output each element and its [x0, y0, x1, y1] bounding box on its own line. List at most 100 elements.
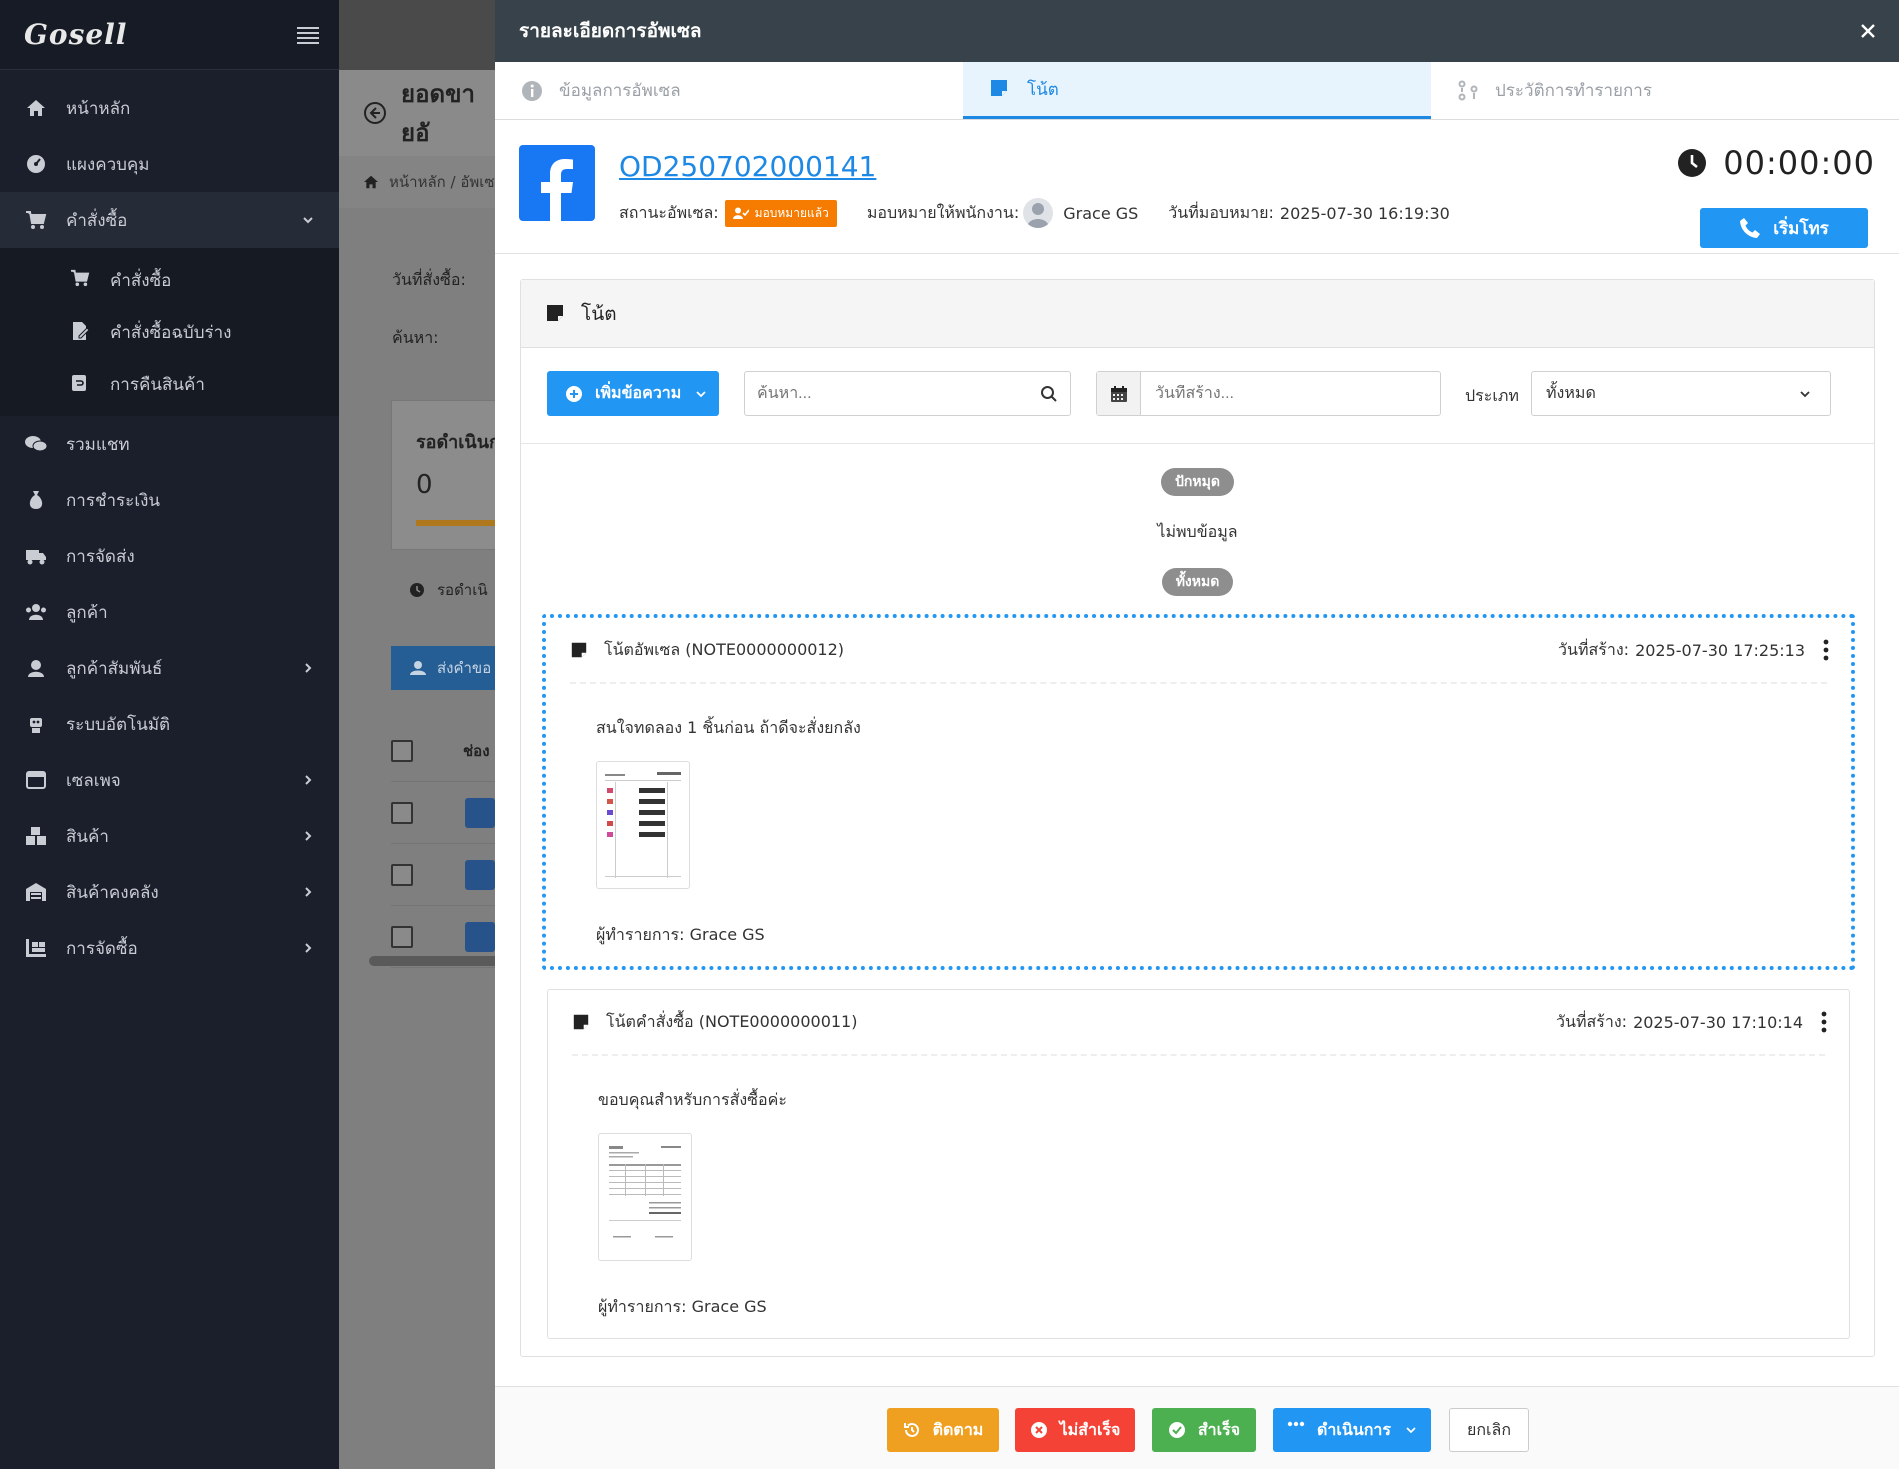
order-meta: สถานะอัพเซล: มอบหมายแล้ว มอบหมายให้พนักง… — [619, 198, 1450, 228]
sidebar-item-salepage[interactable]: เซลเพจ — [0, 752, 339, 808]
check-circle-icon — [1168, 1421, 1186, 1439]
note-attachment-thumbnail[interactable] — [598, 1133, 692, 1261]
sidebar-item-crm[interactable]: ลูกค้าสัมพันธ์ — [0, 640, 339, 696]
row-checkbox[interactable] — [391, 801, 413, 824]
tab-label: ข้อมูลการอัพเซล — [559, 81, 681, 101]
actions-label: ดำเนินการ — [1317, 1419, 1391, 1439]
sidebar-item-label: สินค้า — [66, 826, 109, 847]
sidebar-item-label: หน้าหลัก — [66, 98, 131, 119]
sidebar-item-label: ลูกค้า — [66, 602, 108, 623]
timer-value: 00:00:00 — [1723, 144, 1875, 182]
history-icon — [903, 1421, 921, 1439]
search-input[interactable] — [757, 384, 1040, 403]
tab-label: ประวัติการทำรายการ — [1495, 81, 1652, 101]
bg-breadcrumb-text[interactable]: หน้าหลัก / อัพเซ — [389, 170, 495, 194]
fail-label: ไม่สำเร็จ — [1059, 1419, 1121, 1439]
bg-action-label: ส่งคำขอ — [437, 659, 492, 677]
sidebar-subitem-orders[interactable]: คำสั่งซื้อ — [0, 254, 339, 306]
close-icon[interactable] — [1859, 22, 1877, 40]
warehouse-icon — [24, 880, 48, 904]
browser-icon — [24, 768, 48, 792]
cancel-button[interactable]: ยกเลิก — [1449, 1408, 1529, 1452]
select-all-checkbox[interactable] — [391, 739, 413, 762]
send-icon — [409, 660, 427, 676]
success-label: สำเร็จ — [1197, 1419, 1241, 1439]
sidebar-item-customers[interactable]: ลูกค้า — [0, 584, 339, 640]
note-card[interactable]: โน้ตอัพเซล (NOTE0000000012) วันที่สร้าง:… — [542, 614, 1855, 970]
orders-subnav: คำสั่งซื้อ คำสั่งซื้อฉบับร่าง การคืนสินค… — [0, 248, 339, 416]
bg-stat-card: รอดำเนินก 0 — [391, 400, 499, 550]
calendar-icon[interactable] — [1097, 372, 1141, 415]
more-vertical-icon[interactable] — [1823, 639, 1829, 661]
back-arrow-icon[interactable] — [363, 101, 387, 125]
boxes-icon — [24, 824, 48, 848]
menu-toggle-icon[interactable] — [297, 26, 319, 44]
bg-action-button[interactable]: ส่งคำขอ — [391, 646, 499, 690]
note-card[interactable]: โน้ตคำสั่งซื้อ (NOTE0000000011) วันที่สร… — [547, 989, 1850, 1339]
info-icon — [521, 80, 543, 102]
tab-upsell-info[interactable]: ข้อมูลการอัพเซล — [495, 62, 963, 119]
facebook-icon — [465, 859, 495, 890]
sidebar-subitem-draft-orders[interactable]: คำสั่งซื้อฉบับร่าง — [0, 306, 339, 358]
home-icon — [24, 96, 48, 120]
note-created-label: วันที่สร้าง: — [1558, 639, 1630, 659]
bg-table: ช่อง — [391, 720, 499, 968]
drawer-title: รายละเอียดการอัพเซล — [519, 20, 702, 42]
bg-topbar — [339, 0, 499, 70]
clock-icon — [409, 582, 425, 598]
start-call-label: เริ่มโทร — [1773, 218, 1829, 239]
pinned-section: ปักหมุด — [521, 468, 1874, 496]
fail-button[interactable]: ไม่สำเร็จ — [1015, 1408, 1135, 1452]
sidebar-item-chat[interactable]: รวมแชท — [0, 416, 339, 472]
type-select[interactable]: ทั้งหมด — [1531, 371, 1831, 416]
drawer-header: รายละเอียดการอัพเซล — [495, 0, 1899, 62]
notes-panel-header: โน้ต — [521, 280, 1874, 348]
start-call-button[interactable]: เริ่มโทร — [1700, 208, 1868, 248]
table-row[interactable] — [391, 844, 499, 906]
sidebar-item-automation[interactable]: ระบบอัตโนมัติ — [0, 696, 339, 752]
sidebar-subitem-label: การคืนสินค้า — [110, 374, 205, 395]
bg-tab[interactable]: รอดำเนิ — [409, 578, 488, 602]
cart-icon — [70, 269, 92, 291]
actions-button[interactable]: ดำเนินการ — [1273, 1408, 1431, 1452]
follow-button[interactable]: ติดตาม — [887, 1408, 999, 1452]
plus-circle-icon — [565, 385, 583, 403]
row-checkbox[interactable] — [391, 925, 413, 948]
sidebar-item-payment[interactable]: การชำระเงิน — [0, 472, 339, 528]
bg-horizontal-scrollbar[interactable] — [369, 956, 499, 966]
chevron-down-icon — [1405, 1424, 1417, 1436]
drawer-tabs: ข้อมูลการอัพเซล โน้ต ประวัติการทำรายการ — [495, 62, 1899, 120]
note-attachment-thumbnail[interactable] — [596, 761, 690, 889]
row-checkbox[interactable] — [391, 863, 413, 886]
user-check-icon — [732, 207, 749, 219]
note-author-label: ผู้ทำรายการ: — [598, 1297, 687, 1316]
tab-history[interactable]: ประวัติการทำรายการ — [1431, 62, 1899, 119]
sidebar-item-products[interactable]: สินค้า — [0, 808, 339, 864]
dashboard-icon — [24, 152, 48, 176]
success-button[interactable]: สำเร็จ — [1152, 1408, 1256, 1452]
bg-filter-search-label: ค้นหา: — [392, 328, 439, 347]
add-note-button[interactable]: เพิ่มข้อความ — [547, 371, 719, 416]
sidebar-item-shipping[interactable]: การจัดส่ง — [0, 528, 339, 584]
sidebar-subitem-returns[interactable]: การคืนสินค้า — [0, 358, 339, 410]
table-row[interactable] — [391, 782, 499, 844]
date-input[interactable] — [1155, 384, 1440, 403]
sidebar-subitem-label: คำสั่งซื้อ — [110, 270, 172, 291]
sidebar-item-home[interactable]: หน้าหลัก — [0, 80, 339, 136]
note-author: ผู้ทำรายการ: Grace GS — [548, 1261, 1849, 1320]
sidebar-item-inventory[interactable]: สินค้าคงคลัง — [0, 864, 339, 920]
order-id-link[interactable]: OD250702000141 — [619, 150, 876, 183]
sidebar-item-dashboard[interactable]: แผงควบคุม — [0, 136, 339, 192]
note-header: โน้ตคำสั่งซื้อ (NOTE0000000011) วันที่สร… — [548, 990, 1849, 1054]
cart-icon — [24, 208, 48, 232]
tab-notes[interactable]: โน้ต — [963, 62, 1431, 119]
note-title: โน้ตอัพเซล (NOTE0000000012) — [604, 639, 845, 659]
app-logo[interactable]: Gosell — [24, 18, 127, 51]
note-author-label: ผู้ทำรายการ: — [596, 925, 685, 944]
more-vertical-icon[interactable] — [1821, 1011, 1827, 1033]
search-icon[interactable] — [1040, 385, 1058, 403]
x-circle-icon — [1030, 1421, 1048, 1439]
sidebar-item-orders[interactable]: คำสั่งซื้อ — [0, 192, 339, 248]
sidebar-item-purchasing[interactable]: การจัดซื้อ — [0, 920, 339, 976]
chevron-right-icon — [301, 773, 315, 787]
